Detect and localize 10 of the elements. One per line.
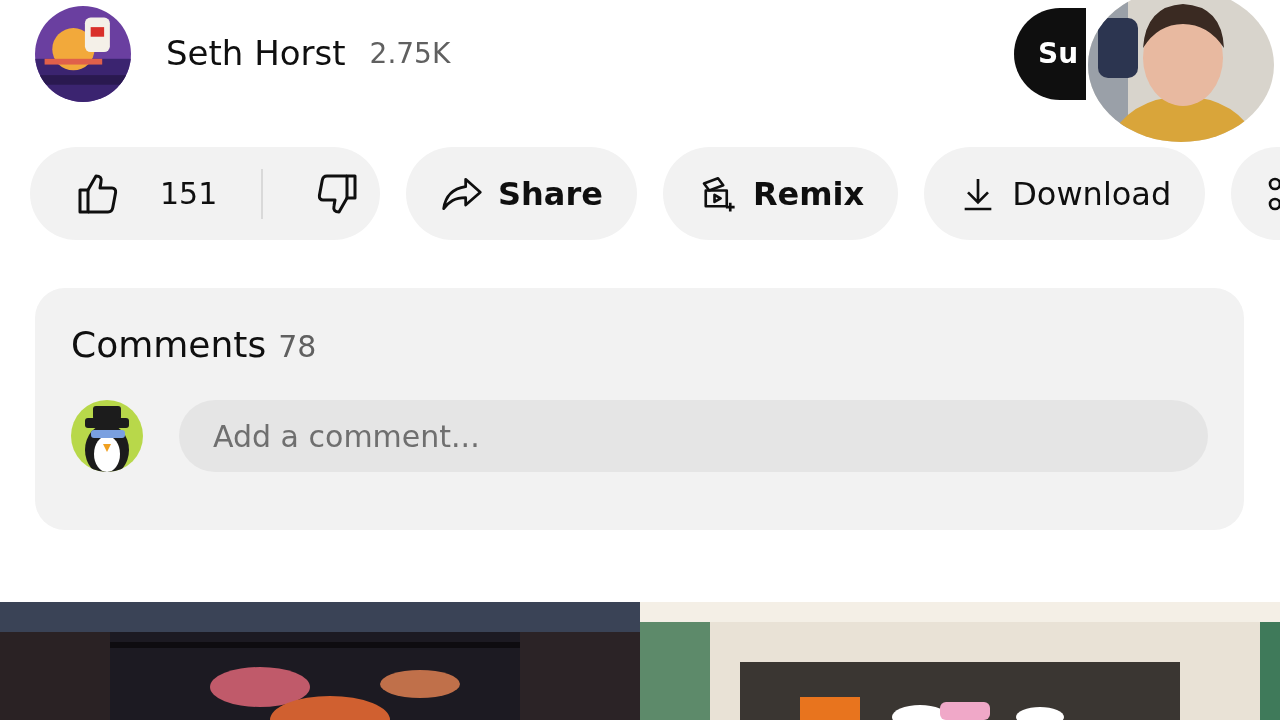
channel-name: Seth Horst xyxy=(166,32,346,75)
comments-title: Comments xyxy=(71,323,267,367)
like-button[interactable]: 151 xyxy=(30,147,218,240)
subscriber-count: 2.75K xyxy=(369,35,451,72)
remix-button[interactable]: Remix xyxy=(662,147,899,240)
share-button[interactable]: Share xyxy=(406,147,637,240)
comment-count: 78 xyxy=(278,328,317,366)
comment-field[interactable]: Add a comment... xyxy=(179,400,1208,472)
download-button[interactable]: Download xyxy=(924,147,1206,240)
subscribe-button[interactable]: Su xyxy=(1014,8,1086,100)
